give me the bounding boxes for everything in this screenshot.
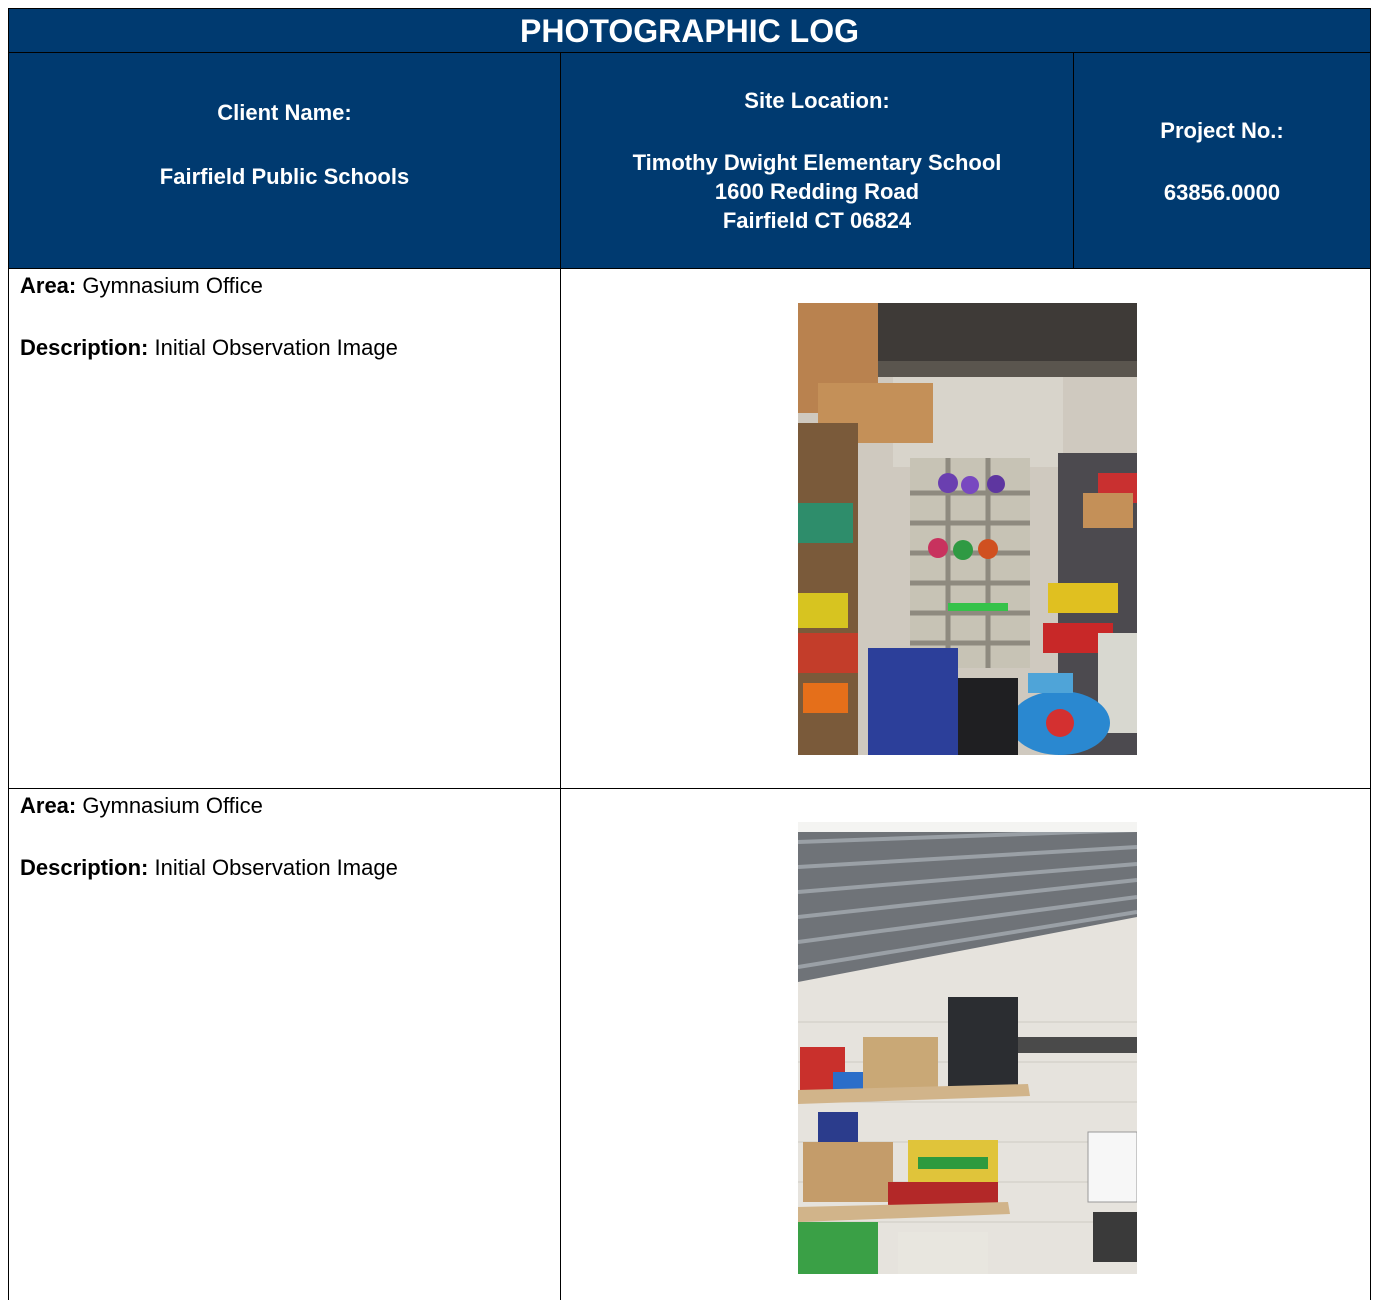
description-label: Description:	[20, 335, 149, 360]
site-label: Site Location:	[744, 88, 890, 113]
description-line: Description: Initial Observation Image	[20, 335, 398, 361]
photo-log-entry: Area: Gymnasium Office Description: Init…	[8, 789, 1371, 1300]
area-label: Area:	[20, 793, 77, 818]
area-value: Gymnasium Office	[82, 273, 263, 298]
description-label: Description:	[20, 855, 149, 880]
site-line-city: Fairfield CT 06824	[722, 208, 912, 233]
area-value: Gymnasium Office	[82, 793, 263, 818]
area-line: Area: Gymnasium Office	[20, 793, 263, 819]
entry-details: Area: Gymnasium Office Description: Init…	[9, 269, 561, 788]
header-info-row: Client Name: Fairfield Public Schools Si…	[8, 53, 1371, 269]
storage-wall-shelf-photo	[798, 822, 1137, 1274]
site-address: Timothy Dwight Elementary School 1600 Re…	[561, 148, 1073, 235]
photo-log-entry: Area: Gymnasium Office Description: Init…	[8, 269, 1371, 789]
description-value: Initial Observation Image	[154, 335, 398, 360]
description-line: Description: Initial Observation Image	[20, 855, 398, 881]
description-value: Initial Observation Image	[154, 855, 398, 880]
project-cell: Project No.: 63856.0000	[1074, 53, 1370, 268]
site-cell: Site Location: Timothy Dwight Elementary…	[561, 53, 1074, 268]
entry-details: Area: Gymnasium Office Description: Init…	[9, 789, 561, 1300]
area-line: Area: Gymnasium Office	[20, 273, 263, 299]
client-value: Fairfield Public Schools	[159, 164, 410, 189]
project-value: 63856.0000	[1163, 180, 1281, 205]
project-label: Project No.:	[1160, 118, 1284, 143]
page-title: PHOTOGRAPHIC LOG	[8, 8, 1371, 53]
site-line-street: 1600 Redding Road	[714, 179, 920, 204]
client-cell: Client Name: Fairfield Public Schools	[9, 53, 561, 268]
area-label: Area:	[20, 273, 77, 298]
storage-room-shelves-photo	[798, 303, 1137, 755]
client-label: Client Name:	[217, 100, 352, 125]
site-line-school: Timothy Dwight Elementary School	[632, 150, 1002, 175]
